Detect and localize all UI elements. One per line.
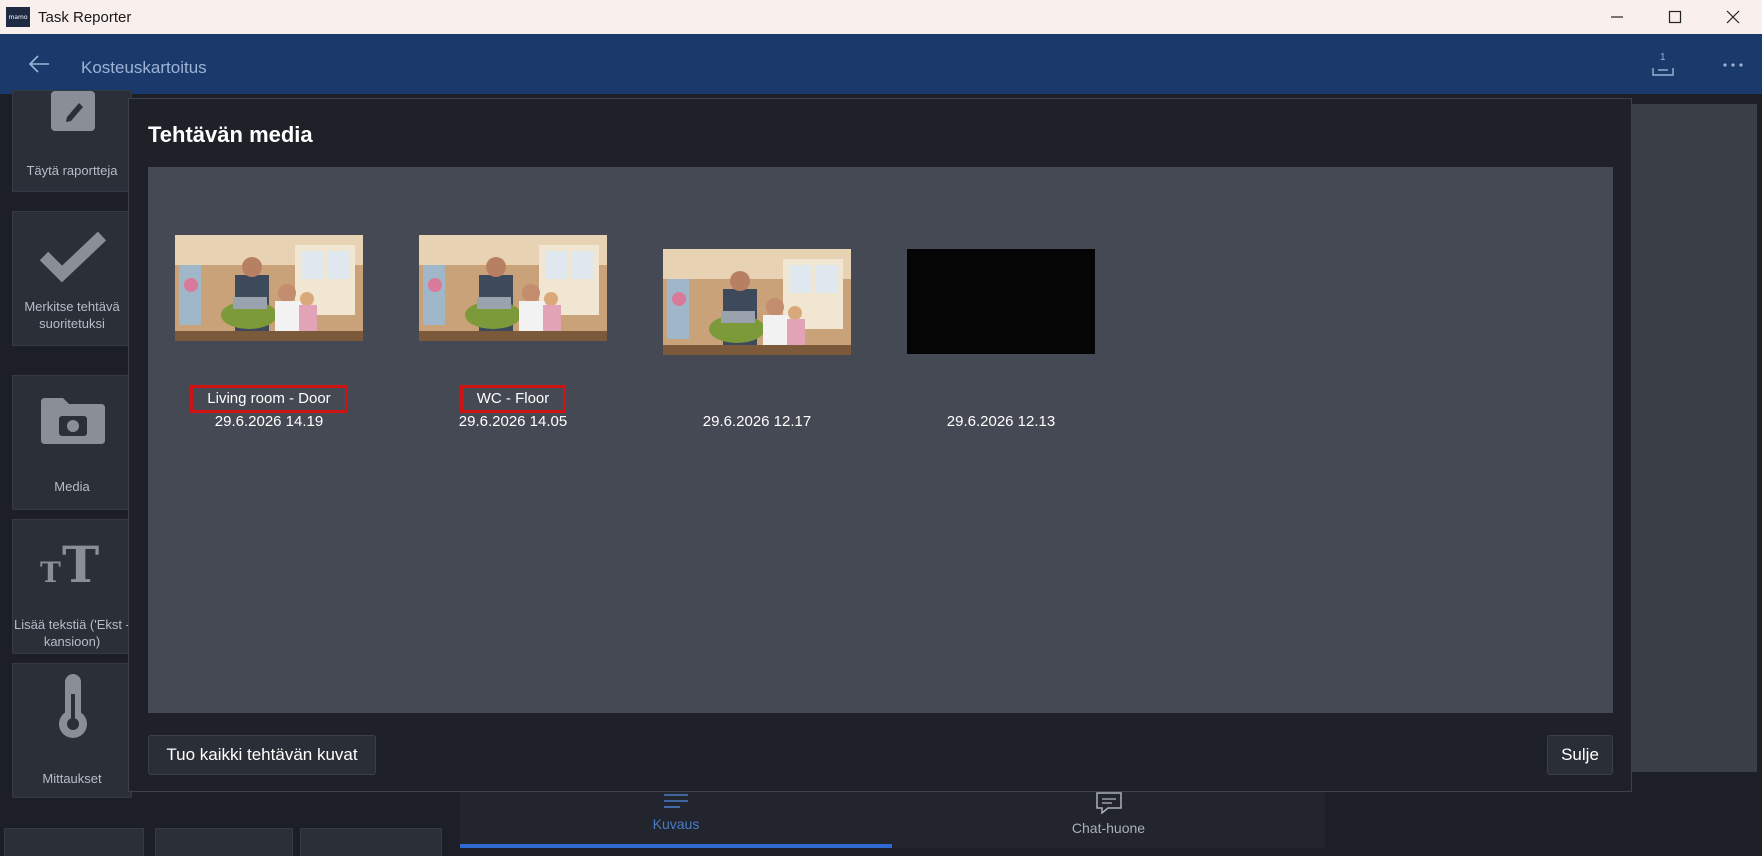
close-dialog-button[interactable]: Sulje [1547,735,1613,775]
minimize-button[interactable] [1588,0,1646,34]
media-date: 29.6.2026 12.17 [702,413,812,430]
media-item[interactable]: 29.6.2026 12.17 [663,235,851,435]
media-thumbnail[interactable] [663,249,851,355]
sidebar-item-reports[interactable]: Täytä raportteja [12,90,132,192]
app-header: Kosteuskartoitus 1 [0,34,1762,94]
camera-folder-icon [41,398,105,444]
sidebar-item-label: Media [54,479,90,494]
tab-label: Kuvaus [652,816,700,832]
close-icon [1726,10,1740,24]
close-window-button[interactable] [1704,0,1762,34]
window-titlebar: mamo Task Reporter [0,0,1762,34]
media-item[interactable]: Living room - Door 29.6.2026 14.19 [175,235,363,435]
description-icon [664,794,688,808]
dialog-title: Tehtävän media [148,122,313,147]
media-thumbnail-black[interactable] [907,249,1095,354]
media-date: 29.6.2026 12.13 [946,413,1056,430]
back-arrow-icon [28,55,49,73]
thermometer-icon [59,674,87,738]
sidebar-item-label: Täytä raportteja [26,163,118,178]
sidebar-item-media[interactable]: Media [12,375,132,510]
media-label-box: Living room - Door [175,385,363,413]
media-item[interactable]: WC - Floor 29.6.2026 14.05 [419,235,607,435]
sidebar-bottom-tile[interactable] [4,828,144,856]
more-icon [1723,63,1743,67]
back-button[interactable] [24,50,54,78]
text-size-icon: TT [40,536,99,586]
edit-icon [51,91,95,131]
maximize-icon [1668,10,1682,24]
checkmark-icon [39,231,107,283]
media-dialog: Tehtävän media Living room - Door 29.6.2… [128,98,1632,792]
media-date: 29.6.2026 14.19 [214,413,324,430]
sidebar-item-measurements[interactable]: Mittaukset [12,663,132,798]
window-title: Task Reporter [38,8,132,26]
sidebar-item-label: Lisää tekstiä ('Ekst -kansioon) [14,617,130,649]
import-all-images-button[interactable]: Tuo kaikki tehtävän kuvat [148,735,376,775]
media-label: Living room - Door [190,385,348,413]
media-gallery: Living room - Door 29.6.2026 14.19 WC - … [148,167,1613,713]
media-label-box: WC - Floor [419,385,607,413]
sidebar-item-label: Mittaukset [42,771,102,786]
media-item[interactable]: 29.6.2026 12.13 [907,235,1095,435]
photo-thumbnail-image [175,235,363,341]
media-date: 29.6.2026 14.05 [458,413,568,430]
maximize-button[interactable] [1646,0,1704,34]
photo-thumbnail-image [663,249,851,355]
chat-icon [1095,792,1122,814]
right-panel [1632,104,1757,772]
sidebar-bottom-tile[interactable] [155,828,293,856]
sidebar-bottom-tile[interactable] [300,828,442,856]
media-label: WC - Floor [459,385,567,413]
more-options-button[interactable] [1718,52,1748,78]
upload-count-badge: 1 [1660,52,1666,63]
app-logo: mamo [6,7,30,27]
media-thumbnail[interactable] [419,235,607,341]
tab-label: Chat-huone [1071,820,1146,836]
sidebar-item-label: Merkitse tehtävä suoritetuksi [24,299,120,331]
sidebar-item-complete[interactable]: Merkitse tehtävä suoritetuksi [12,211,132,346]
media-thumbnail[interactable] [175,235,363,341]
page-title: Kosteuskartoitus [81,58,207,77]
minimize-icon [1611,16,1623,18]
photo-thumbnail-image [419,235,607,341]
sidebar-item-add-text[interactable]: TT Lisää tekstiä ('Ekst -kansioon) [12,519,132,654]
svg-text:T: T [40,556,61,586]
svg-text:T: T [62,536,99,586]
